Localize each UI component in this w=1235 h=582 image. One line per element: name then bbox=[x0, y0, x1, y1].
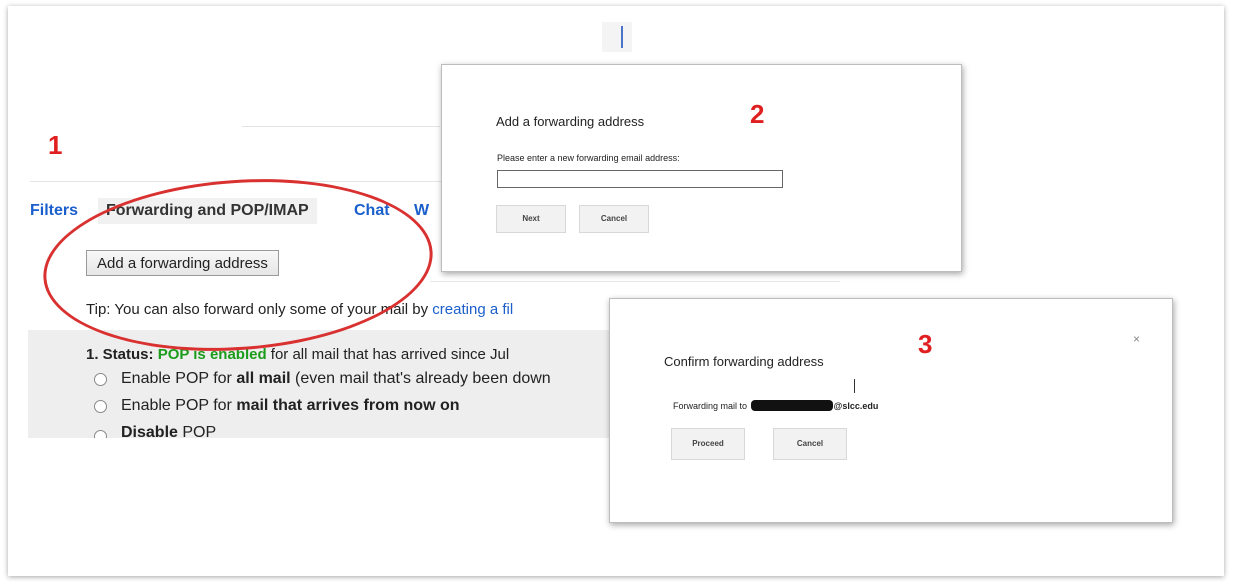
mouse-cursor bbox=[854, 379, 855, 393]
dialog-label: Please enter a new forwarding email addr… bbox=[497, 153, 680, 163]
divider bbox=[430, 281, 840, 282]
step-marker-1: 1 bbox=[48, 130, 63, 160]
pop-option-all-mail[interactable]: Enable POP for all mail (even mail that'… bbox=[94, 370, 551, 388]
tab-web-clips[interactable]: W bbox=[414, 202, 429, 220]
redacted-email bbox=[750, 400, 833, 411]
confirm-forwarding-dialog: Confirm forwarding address Forwarding ma… bbox=[609, 298, 1173, 523]
pop-option-from-now-on[interactable]: Enable POP for mail that arrives from no… bbox=[94, 397, 460, 415]
proceed-button[interactable]: Proceed bbox=[671, 428, 745, 460]
radio-button[interactable] bbox=[94, 430, 107, 438]
pop-status: 1. Status: POP is enabled for all mail t… bbox=[86, 346, 509, 363]
add-forwarding-dialog: Add a forwarding address Please enter a … bbox=[441, 64, 962, 272]
radio-button[interactable] bbox=[94, 372, 107, 386]
step-marker-3: 3 bbox=[918, 329, 933, 359]
next-button[interactable]: Next bbox=[496, 205, 566, 233]
option-text: (even mail that's already been down bbox=[295, 370, 551, 387]
pop-option-disable[interactable]: Disable POP bbox=[94, 424, 216, 438]
pop-status-label: 1. Status: bbox=[86, 346, 154, 363]
tab-filters[interactable]: Filters bbox=[30, 202, 78, 220]
step-marker-2: 2 bbox=[750, 99, 765, 129]
dialog-title: Add a forwarding address bbox=[496, 114, 645, 129]
text-cursor-area bbox=[602, 22, 632, 52]
radio-button[interactable] bbox=[94, 399, 107, 413]
email-domain: @slcc.edu bbox=[833, 400, 879, 411]
dialog-title: Confirm forwarding address bbox=[664, 354, 824, 369]
close-icon[interactable]: × bbox=[1133, 332, 1140, 346]
confirm-text-prefix: Forwarding mail to bbox=[673, 400, 748, 411]
cancel-button[interactable]: Cancel bbox=[579, 205, 649, 233]
cancel-button[interactable]: Cancel bbox=[773, 428, 847, 460]
option-bold-text: all mail bbox=[236, 370, 291, 387]
option-bold-text: mail that arrives from now on bbox=[236, 397, 460, 414]
pop-status-suffix: for all mail that has arrived since Jul bbox=[270, 346, 510, 363]
option-bold-text: Disable bbox=[121, 424, 178, 438]
option-text: Enable POP for bbox=[121, 370, 232, 387]
text-cursor bbox=[621, 26, 623, 48]
divider bbox=[242, 126, 440, 127]
option-text: Enable POP for bbox=[121, 397, 232, 414]
forwarding-email-input[interactable] bbox=[497, 170, 783, 188]
option-text: POP bbox=[182, 424, 217, 438]
forwarding-confirm-text: Forwarding mail to @slcc.edu bbox=[673, 400, 878, 411]
create-filter-link[interactable]: creating a fil bbox=[432, 301, 513, 318]
